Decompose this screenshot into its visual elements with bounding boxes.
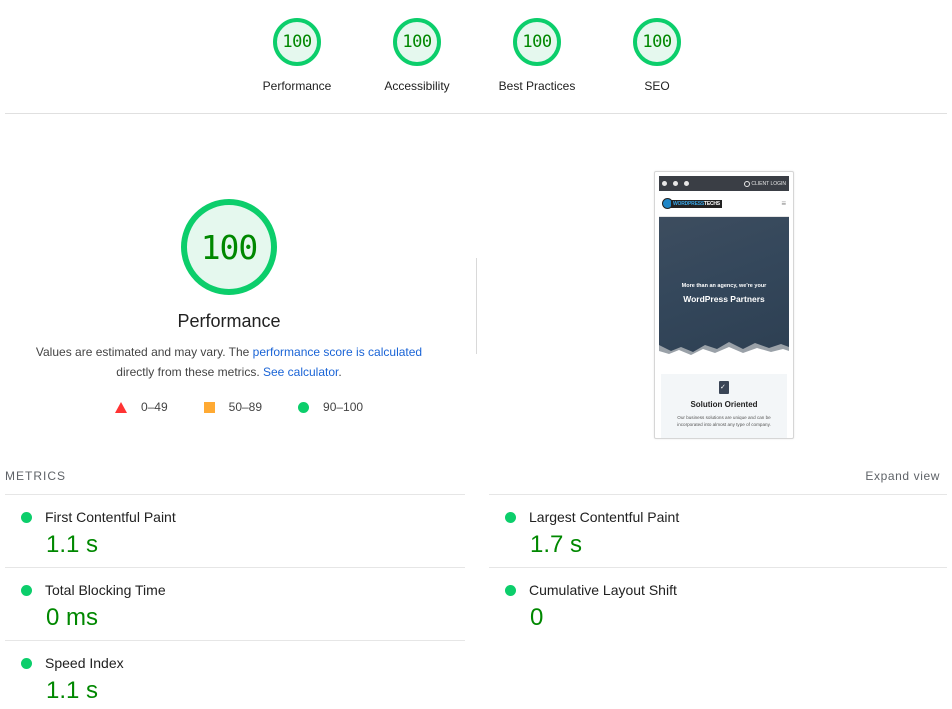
- site-topbar: CLIENT LOGIN: [659, 176, 789, 191]
- final-screenshot[interactable]: CLIENT LOGIN WORDPRESSTECHS ≡ More than …: [654, 171, 794, 439]
- gauge-performance[interactable]: 100 Performance: [237, 18, 357, 93]
- legend-range: 0–49: [140, 400, 168, 414]
- legend-fail: 0–49: [114, 400, 168, 414]
- metric-value: 1.1 s: [46, 677, 99, 704]
- score-ring: 100: [273, 18, 321, 66]
- gauge-score: 100: [522, 32, 552, 52]
- metric-name: Speed Index: [45, 655, 124, 671]
- metric-total-blocking-time: Total Blocking Time 0 ms: [5, 567, 465, 640]
- legend-average: 50–89: [203, 400, 263, 414]
- metric-name: Total Blocking Time: [45, 582, 166, 598]
- score-ring: 100: [393, 18, 441, 66]
- gauge-label: Accessibility: [384, 79, 450, 93]
- pass-circle-icon: [505, 585, 516, 596]
- pass-circle-icon: [21, 658, 32, 669]
- desc-text: .: [338, 365, 342, 379]
- clipboard-check-icon: [719, 381, 729, 394]
- category-gauges: 100 Performance 100 Accessibility 100 Be…: [0, 0, 952, 114]
- facebook-icon: [662, 181, 667, 186]
- metric-value: 1.7 s: [530, 531, 583, 558]
- hero-mountain-shape: [659, 342, 789, 359]
- hero-subtitle: More than an agency, we're your: [681, 283, 767, 289]
- twitter-icon: [684, 181, 689, 186]
- metrics-header: METRICS: [5, 469, 66, 483]
- screenshot-page: CLIENT LOGIN WORDPRESSTECHS ≡ More than …: [659, 176, 789, 438]
- site-hero: More than an agency, we're your WordPres…: [659, 217, 789, 359]
- performance-description: Values are estimated and may vary. The p…: [27, 342, 431, 382]
- metric-value: 1.1 s: [46, 531, 99, 558]
- gauge-score: 100: [282, 32, 312, 52]
- site-logo: WORDPRESSTECHS: [662, 198, 722, 209]
- pass-circle-icon: [505, 512, 516, 523]
- logo-text-a: WORDPRESS: [673, 200, 704, 207]
- score-ring: 100: [633, 18, 681, 66]
- metric-name: First Contentful Paint: [45, 509, 176, 525]
- vertical-divider: [476, 258, 477, 354]
- hero-title: WordPress Partners: [683, 294, 765, 304]
- see-calculator-link[interactable]: See calculator: [263, 365, 338, 379]
- performance-score: 100: [200, 227, 259, 267]
- performance-summary: 100 Performance Values are estimated and…: [5, 114, 465, 454]
- score-calculated-link[interactable]: performance score is calculated: [253, 345, 422, 359]
- gauge-seo[interactable]: 100 SEO: [597, 18, 717, 93]
- metric-name: Cumulative Layout Shift: [529, 582, 677, 598]
- gauge-label: Performance: [262, 79, 332, 93]
- feature-card: Solution Oriented Our business solutions…: [661, 374, 787, 438]
- client-login: CLIENT LOGIN: [744, 180, 786, 187]
- metrics-right-column: Largest Contentful Paint 1.7 s Cumulativ…: [489, 494, 947, 640]
- legend-range: 50–89: [228, 400, 263, 414]
- performance-title: Performance: [177, 311, 281, 331]
- desc-text: directly from these metrics.: [116, 365, 263, 379]
- gauge-accessibility[interactable]: 100 Accessibility: [357, 18, 477, 93]
- feature-text: Our business solutions are unique and ca…: [677, 415, 771, 427]
- user-icon: [744, 180, 751, 187]
- score-legend: 0–49 50–89 90–100: [5, 400, 473, 414]
- gauge-label: SEO: [644, 79, 670, 93]
- score-ring: 100: [513, 18, 561, 66]
- client-login-label: CLIENT LOGIN: [751, 180, 786, 187]
- gauge-label: Best Practices: [498, 79, 576, 93]
- expand-view-toggle[interactable]: Expand view: [865, 469, 940, 483]
- performance-score-gauge: 100: [181, 199, 277, 295]
- metrics-left-column: First Contentful Paint 1.1 s Total Block…: [5, 494, 465, 709]
- gauge-score: 100: [642, 32, 672, 52]
- feature-title: Solution Oriented: [690, 400, 758, 409]
- site-nav: WORDPRESSTECHS ≡: [659, 191, 789, 217]
- pass-circle-icon: [21, 585, 32, 596]
- hamburger-menu-icon: ≡: [781, 199, 786, 208]
- logo-text-b: TECHS: [703, 200, 720, 207]
- metric-value: 0: [530, 604, 544, 631]
- triangle-icon: [114, 401, 127, 413]
- pass-circle-icon: [21, 512, 32, 523]
- legend-pass: 90–100: [298, 400, 363, 414]
- circle-icon: [298, 401, 310, 413]
- metric-value: 0 ms: [46, 604, 99, 631]
- social-icon: [673, 181, 678, 186]
- logo-text: WORDPRESSTECHS: [671, 199, 722, 208]
- metric-cumulative-layout-shift: Cumulative Layout Shift 0: [489, 567, 947, 640]
- desc-text: Values are estimated and may vary. The: [35, 345, 253, 359]
- square-icon: [203, 401, 215, 413]
- metric-first-contentful-paint: First Contentful Paint 1.1 s: [5, 494, 465, 567]
- metric-name: Largest Contentful Paint: [529, 509, 680, 525]
- legend-range: 90–100: [323, 400, 364, 414]
- gauge-best-practices[interactable]: 100 Best Practices: [477, 18, 597, 93]
- metric-largest-contentful-paint: Largest Contentful Paint 1.7 s: [489, 494, 947, 567]
- gauge-score: 100: [402, 32, 432, 52]
- metric-speed-index: Speed Index 1.1 s: [5, 640, 465, 709]
